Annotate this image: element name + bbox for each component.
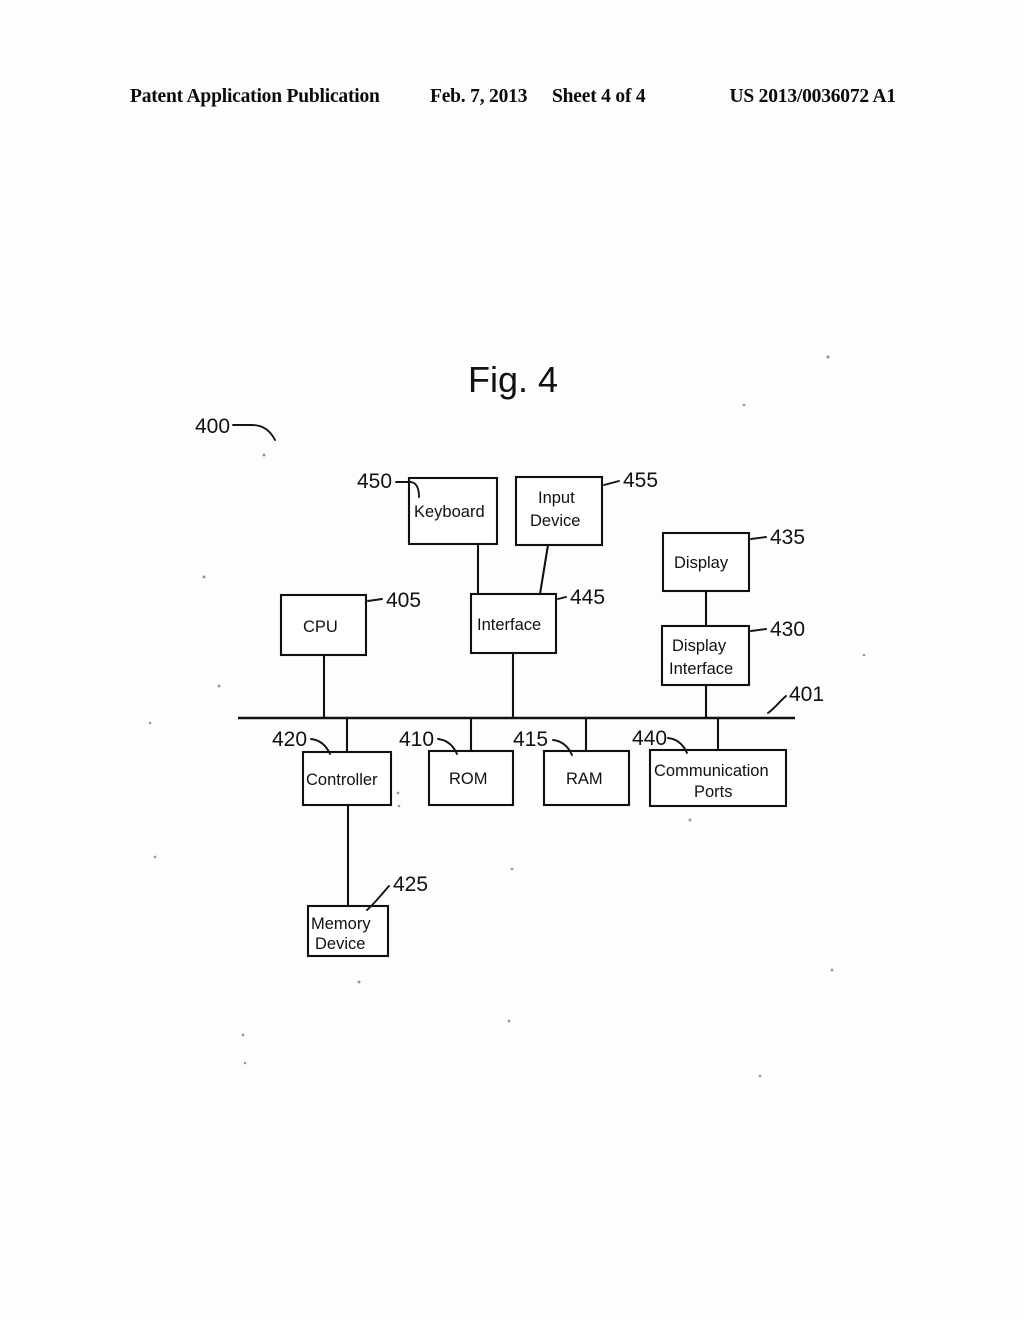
ref-label-display-interface: 430 [770,618,805,641]
ref-label-memory-device: 425 [393,873,428,896]
ref-label-cpu: 405 [386,589,421,612]
ref-label-controller: 420 [272,728,307,751]
block-display-interface-label-line2: Interface [669,660,733,678]
ref-label-comm-ports: 440 [632,727,667,750]
block-display-label: Display [674,554,729,572]
block-interface-label: Interface [477,616,541,634]
ref-label-system: 400 [195,415,230,438]
block-comm-ports-label-line1: Communication [654,762,769,780]
ref-label-ram: 415 [513,728,548,751]
patent-page: Patent Application Publication Feb. 7, 2… [0,0,1024,1320]
leader-bus [767,695,787,714]
figure-4-block-diagram: Fig. 4 400 Keyboard 450 Input Device 455… [148,355,866,1078]
leader-display [750,536,767,540]
leader-cpu [367,598,383,602]
ref-label-rom: 410 [399,728,434,751]
leader-system [232,424,276,441]
ref-label-display: 435 [770,526,805,549]
ref-label-interface: 445 [570,586,605,609]
leader-display-interface [750,628,767,632]
block-cpu-label: CPU [303,618,338,636]
leader-interface [557,596,567,600]
block-memory-device-label-line2: Device [315,935,365,953]
block-rom-label: ROM [449,770,488,788]
block-keyboard-label: Keyboard [414,503,485,521]
leader-input-device [603,480,620,486]
block-memory-device-label-line1: Memory [311,915,371,933]
ref-label-input-device: 455 [623,469,658,492]
block-input-device-label-line1: Input [538,489,575,507]
ref-label-keyboard: 450 [357,470,392,493]
block-controller-label: Controller [306,771,378,789]
block-input-device [514,475,604,547]
block-input-device-label-line2: Device [530,512,580,530]
block-ram-label: RAM [566,770,603,788]
block-comm-ports-label-line2: Ports [694,783,733,801]
ref-label-bus: 401 [789,683,824,706]
block-display-interface-label-line1: Display [672,637,727,655]
wire-input-device-interface [538,544,550,595]
figure-title: Fig. 4 [468,359,558,400]
scan-specks [148,355,866,1078]
